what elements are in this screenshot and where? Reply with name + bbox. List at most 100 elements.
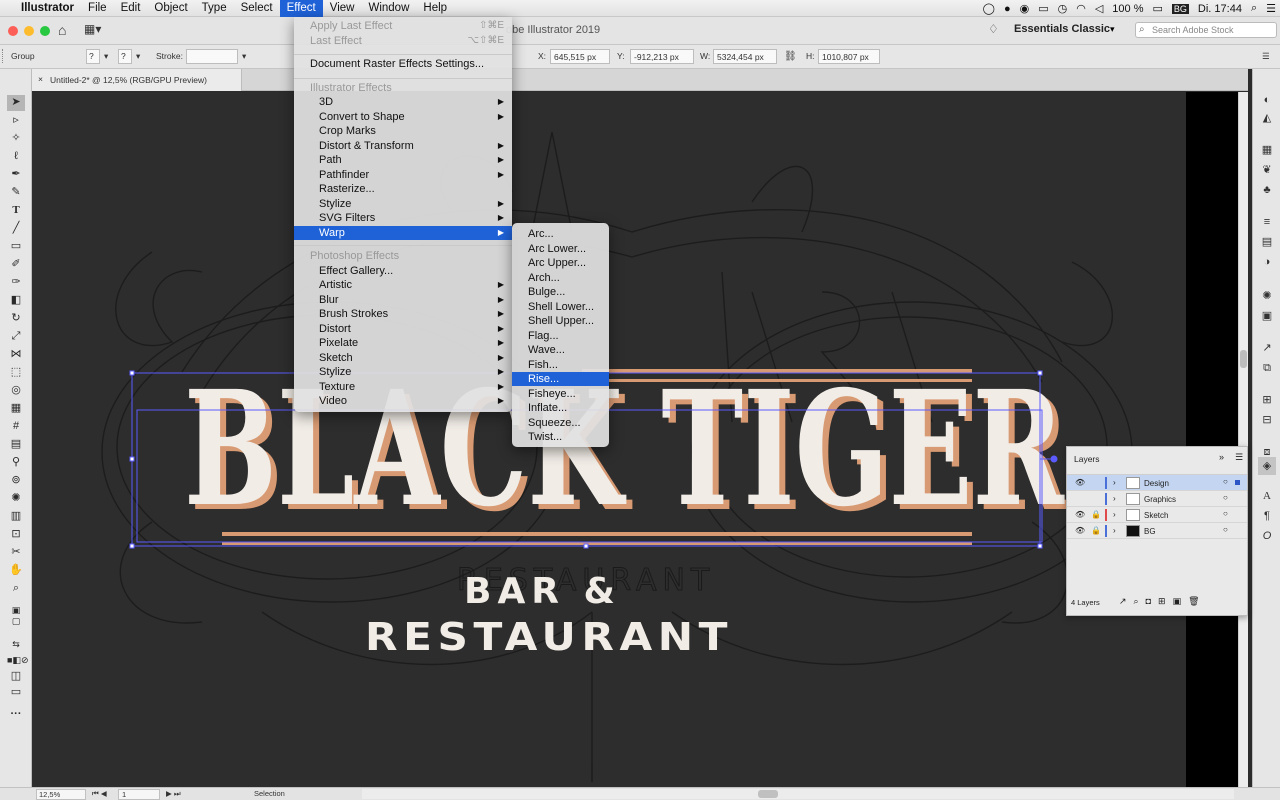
- menu-select[interactable]: Select: [234, 0, 280, 17]
- transparency-icon[interactable]: ◑: [1260, 255, 1274, 269]
- curvature-tool-icon[interactable]: ✎: [7, 185, 25, 199]
- target-circle-icon[interactable]: ○: [1223, 477, 1228, 486]
- gradient-icon[interactable]: ▤: [1260, 235, 1274, 249]
- line-tool-icon[interactable]: ╱: [7, 221, 25, 235]
- zoom-window-button[interactable]: [40, 26, 50, 36]
- effect-menu-item-crop-marks-8[interactable]: Crop Marks: [294, 124, 512, 138]
- chevron-down-icon[interactable]: ▾: [242, 51, 246, 62]
- apple-menu-icon[interactable]: [0, 0, 14, 17]
- free-transform-tool-icon[interactable]: ⬚: [7, 365, 25, 379]
- export-icon[interactable]: ↗: [1260, 341, 1274, 355]
- effect-menu-item-distort-transform-9[interactable]: Distort & Transform ▶: [294, 139, 512, 153]
- expand-chevron-icon[interactable]: ›: [1113, 526, 1116, 535]
- warp-item-arc[interactable]: Arc...: [512, 227, 609, 241]
- warp-item-flag[interactable]: Flag...: [512, 329, 609, 343]
- layer-row-bg[interactable]: 👁 🔒 › BG ○: [1067, 523, 1247, 539]
- stroke-weight-field[interactable]: [186, 49, 238, 64]
- rectangle-tool-icon[interactable]: ▭: [7, 239, 25, 253]
- expand-chevron-icon[interactable]: ›: [1113, 494, 1116, 503]
- close-icon[interactable]: ×: [38, 74, 43, 84]
- menu-type[interactable]: Type: [195, 0, 234, 17]
- effect-menu-item-convert-to-shape-7[interactable]: Convert to Shape ▶: [294, 110, 512, 124]
- warp-item-arc-upper[interactable]: Arc Upper...: [512, 256, 609, 270]
- airplay-icon[interactable]: ▭: [1038, 2, 1048, 15]
- lock-icon[interactable]: 🔒: [1091, 510, 1101, 519]
- warp-item-inflate[interactable]: Inflate...: [512, 401, 609, 415]
- character-icon[interactable]: A: [1260, 489, 1274, 503]
- minimize-window-button[interactable]: [24, 26, 34, 36]
- symbols-icon[interactable]: ♣: [1260, 183, 1274, 197]
- chevron-down-icon[interactable]: ▾: [1110, 24, 1115, 35]
- column-graph-tool-icon[interactable]: ▥: [7, 509, 25, 523]
- arrange-documents-icon[interactable]: ▦▾: [84, 22, 101, 36]
- effect-menu-item-svg-filters-14[interactable]: SVG Filters ▶: [294, 211, 512, 225]
- y-field[interactable]: -912,213 px: [630, 49, 694, 64]
- lasso-tool-icon[interactable]: ℓ: [7, 149, 25, 163]
- effect-menu-item-pixelate-23[interactable]: Pixelate ▶: [294, 336, 512, 350]
- stroke-icon[interactable]: ≡: [1260, 215, 1274, 229]
- paragraph-icon[interactable]: ¶: [1260, 509, 1274, 523]
- graphic-styles-icon[interactable]: ▣: [1260, 309, 1274, 323]
- effect-menu-item-document-raster-effects-settings-3[interactable]: Document Raster Effects Settings...: [294, 57, 512, 71]
- selection-indicator[interactable]: [1235, 480, 1240, 485]
- zoom-tool-icon[interactable]: ⌕: [7, 581, 25, 595]
- effect-menu-item-blur-20[interactable]: Blur ▶: [294, 293, 512, 307]
- chevron-down-icon[interactable]: ▾: [136, 51, 140, 62]
- eyedropper-tool-icon[interactable]: ⚲: [7, 455, 25, 469]
- warp-item-fisheye[interactable]: Fisheye...: [512, 387, 609, 401]
- brushes-icon[interactable]: ❦: [1260, 163, 1274, 177]
- sync-icon[interactable]: ◉: [1020, 2, 1030, 15]
- layers-panel-tab[interactable]: Layers: [1074, 454, 1100, 464]
- effect-menu-item-effect-gallery-18[interactable]: Effect Gallery...: [294, 264, 512, 278]
- effect-menu-item-texture-26[interactable]: Texture ▶: [294, 380, 512, 394]
- lightbulb-icon[interactable]: ◯: [983, 2, 995, 15]
- artboard-tool-icon[interactable]: ⊡: [7, 527, 25, 541]
- opentype-icon[interactable]: O: [1260, 529, 1274, 543]
- swatches-icon[interactable]: ▦: [1260, 143, 1274, 157]
- pen-tool-icon[interactable]: ✒: [7, 167, 25, 181]
- lightbulb-icon[interactable]: ♢: [988, 22, 999, 36]
- target-circle-icon[interactable]: ○: [1223, 525, 1228, 534]
- gradient-tool-icon[interactable]: ▤: [7, 437, 25, 451]
- input-source[interactable]: BG: [1171, 3, 1189, 14]
- artboard-nav-icon[interactable]: ⏮ ◀: [92, 789, 107, 799]
- new-sublayer-icon[interactable]: ⊞: [1158, 596, 1173, 606]
- effect-menu-item-3d-6[interactable]: 3D ▶: [294, 95, 512, 109]
- color-panel-icon[interactable]: ◐: [1260, 93, 1274, 107]
- fill-swatch[interactable]: ?: [86, 49, 100, 64]
- menu-window[interactable]: Window: [361, 0, 416, 17]
- target-circle-icon[interactable]: ○: [1223, 493, 1228, 502]
- clock[interactable]: Di. 17:44: [1198, 3, 1242, 15]
- align-icon[interactable]: ⊟: [1260, 413, 1274, 427]
- document-tab[interactable]: × Untitled-2* @ 12,5% (RGB/GPU Preview): [32, 69, 242, 91]
- effect-menu-item-stylize-13[interactable]: Stylize ▶: [294, 197, 512, 211]
- appearance-icon[interactable]: ✺: [1260, 289, 1274, 303]
- trash-icon[interactable]: 🗑: [1188, 596, 1206, 606]
- menu-effect[interactable]: Effect: [279, 0, 323, 17]
- shaper-tool-icon[interactable]: ✑: [7, 275, 25, 289]
- blend-tool-icon[interactable]: ⊚: [7, 473, 25, 487]
- menu-file[interactable]: File: [81, 0, 114, 17]
- more-options-icon[interactable]: ☰: [1262, 51, 1270, 62]
- panel-menu-icon[interactable]: ☰: [1235, 452, 1243, 463]
- creative-cloud-icon[interactable]: ●: [1004, 3, 1011, 15]
- hand-tool-icon[interactable]: ✋: [7, 563, 25, 577]
- type-tool-icon[interactable]: T: [7, 203, 25, 217]
- target-circle-icon[interactable]: ○: [1223, 509, 1228, 518]
- effect-menu-item-path-10[interactable]: Path ▶: [294, 153, 512, 167]
- menu-app[interactable]: Illustrator: [14, 0, 81, 17]
- scroll-thumb[interactable]: [1240, 350, 1247, 368]
- fill-stroke-icon[interactable]: ▣ ▢: [7, 605, 25, 627]
- effect-menu-item-brush-strokes-21[interactable]: Brush Strokes ▶: [294, 307, 512, 321]
- horizontal-scrollbar[interactable]: [362, 789, 1234, 799]
- screen-mode-icon[interactable]: ▭: [7, 685, 25, 699]
- warp-item-shell-upper[interactable]: Shell Upper...: [512, 314, 609, 328]
- volume-icon[interactable]: ◁: [1095, 2, 1103, 15]
- battery-level[interactable]: 100 %: [1112, 3, 1143, 15]
- zoom-level[interactable]: 12,5%: [36, 789, 86, 800]
- h-field[interactable]: 1010,807 px: [818, 49, 880, 64]
- transform-icon[interactable]: ⊞: [1260, 393, 1274, 407]
- color-guide-icon[interactable]: ◭: [1260, 111, 1274, 125]
- stroke-swatch[interactable]: ?: [118, 49, 132, 64]
- draw-mode-icon[interactable]: ◫: [7, 669, 25, 683]
